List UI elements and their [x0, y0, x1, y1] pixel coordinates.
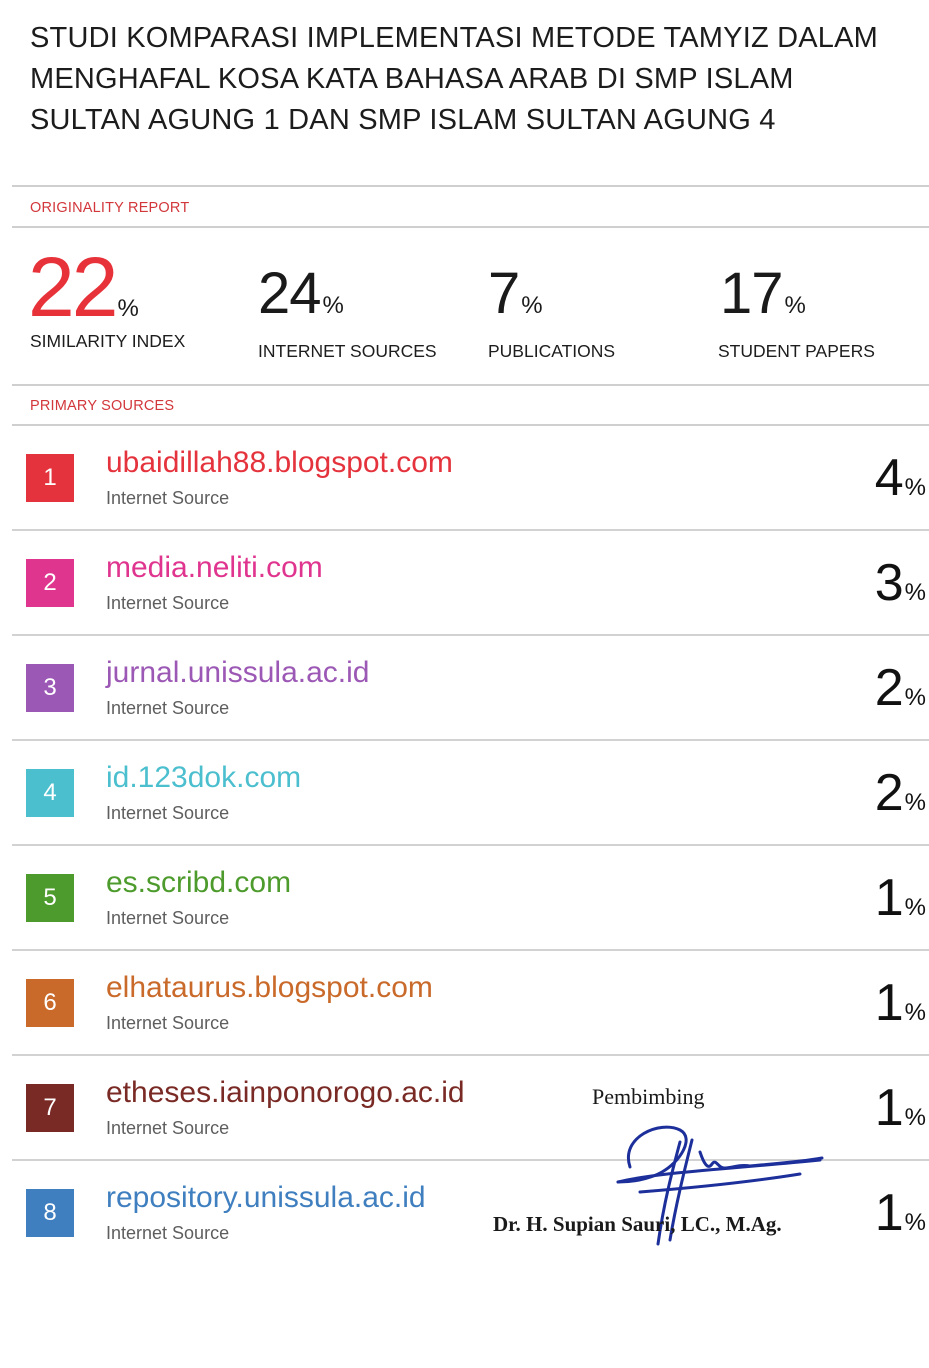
source-percentage-value: 3: [874, 554, 904, 612]
source-row: 3 jurnal.unissula.ac.id Internet Source 2%: [12, 636, 929, 741]
publications-label: PUBLICATIONS: [488, 341, 616, 361]
source-rank-badge: 7: [26, 1084, 74, 1132]
source-rank-badge: 2: [26, 559, 74, 607]
source-row: 2 media.neliti.com Internet Source 3%: [12, 531, 929, 636]
source-type: Internet Source: [106, 698, 230, 718]
supervisor-label: Pembimbing: [592, 1084, 705, 1109]
source-link[interactable]: es.scribd.com: [106, 866, 291, 900]
student-papers-stat: 17% STUDENT PAPERS: [718, 265, 875, 362]
source-type: Internet Source: [106, 1118, 230, 1138]
source-percentage: 2%: [875, 658, 926, 718]
source-link[interactable]: jurnal.unissula.ac.id: [106, 656, 369, 690]
similarity-index-label: SIMILARITY INDEX: [30, 331, 186, 351]
internet-sources-unit: %: [322, 292, 344, 319]
source-percentage-value: 1: [874, 869, 904, 927]
source-rank-badge: 3: [26, 664, 74, 712]
source-percentage-value: 4: [874, 449, 904, 507]
source-percentage: 2%: [875, 763, 926, 823]
source-link[interactable]: etheses.iainponorogo.ac.id: [106, 1076, 465, 1110]
internet-sources-value: 24: [258, 261, 322, 326]
primary-sources-label: PRIMARY SOURCES: [30, 398, 175, 414]
publications-value: 7: [488, 261, 520, 326]
source-type: Internet Source: [106, 803, 230, 823]
source-percentage-unit: %: [904, 1104, 926, 1131]
source-percentage: 1%: [875, 1078, 926, 1138]
source-rank-badge: 6: [26, 979, 74, 1027]
supervisor-name: Dr. H. Supian Sauri, LC., M.Ag.: [493, 1212, 782, 1236]
source-percentage-unit: %: [904, 789, 926, 816]
internet-sources-label: INTERNET SOURCES: [258, 341, 437, 361]
internet-sources-stat: 24% INTERNET SOURCES: [258, 265, 437, 362]
source-percentage: 1%: [875, 973, 926, 1033]
source-percentage-unit: %: [904, 579, 926, 606]
similarity-index-unit: %: [117, 295, 139, 322]
source-percentage-unit: %: [904, 474, 926, 501]
source-percentage-value: 1: [874, 1079, 904, 1137]
source-row: 6 elhataurus.blogspot.com Internet Source 1…: [12, 951, 929, 1056]
source-link[interactable]: repository.unissula.ac.id: [106, 1181, 426, 1215]
source-row: 4 id.123dok.com Internet Source 2%: [12, 741, 929, 846]
source-row: 1 ubaidillah88.blogspot.com Internet Sourc…: [12, 426, 929, 531]
student-papers-value: 17: [720, 261, 784, 326]
source-percentage-value: 2: [874, 764, 904, 822]
divider: [12, 226, 929, 228]
source-percentage: 4%: [875, 448, 926, 508]
source-type: Internet Source: [106, 1013, 230, 1033]
student-papers-label: STUDENT PAPERS: [718, 341, 875, 361]
source-row: 5 es.scribd.com Internet Source 1%: [12, 846, 929, 951]
source-percentage: 3%: [875, 553, 926, 613]
source-link[interactable]: elhataurus.blogspot.com: [106, 971, 433, 1005]
source-type: Internet Source: [106, 593, 230, 613]
source-link[interactable]: ubaidillah88.blogspot.com: [106, 446, 453, 480]
source-percentage-unit: %: [904, 1209, 926, 1236]
source-type: Internet Source: [106, 1223, 230, 1243]
source-percentage-unit: %: [904, 894, 926, 921]
source-rank-badge: 8: [26, 1189, 74, 1237]
similarity-index-stat: 22% SIMILARITY INDEX: [28, 245, 185, 351]
source-rank-badge: 1: [26, 454, 74, 502]
source-percentage-unit: %: [904, 684, 926, 711]
source-percentage: 1%: [875, 868, 926, 928]
source-percentage-unit: %: [904, 999, 926, 1026]
publications-stat: 7% PUBLICATIONS: [488, 265, 615, 362]
similarity-index-value: 22: [28, 240, 118, 334]
student-papers-unit: %: [784, 292, 806, 319]
source-percentage-value: 1: [874, 1184, 904, 1242]
source-rank-badge: 4: [26, 769, 74, 817]
divider: [12, 384, 929, 386]
divider: [12, 185, 929, 187]
source-percentage-value: 2: [874, 659, 904, 717]
document-title: STUDI KOMPARASI IMPLEMENTASI METODE TAMY…: [30, 22, 879, 136]
source-type: Internet Source: [106, 488, 230, 508]
source-link[interactable]: id.123dok.com: [106, 761, 301, 795]
source-rank-badge: 5: [26, 874, 74, 922]
source-type: Internet Source: [106, 908, 230, 928]
publications-unit: %: [521, 292, 543, 319]
source-link[interactable]: media.neliti.com: [106, 551, 323, 585]
source-percentage: 1%: [875, 1183, 926, 1243]
source-percentage-value: 1: [874, 974, 904, 1032]
originality-report-label: ORIGINALITY REPORT: [30, 200, 190, 216]
